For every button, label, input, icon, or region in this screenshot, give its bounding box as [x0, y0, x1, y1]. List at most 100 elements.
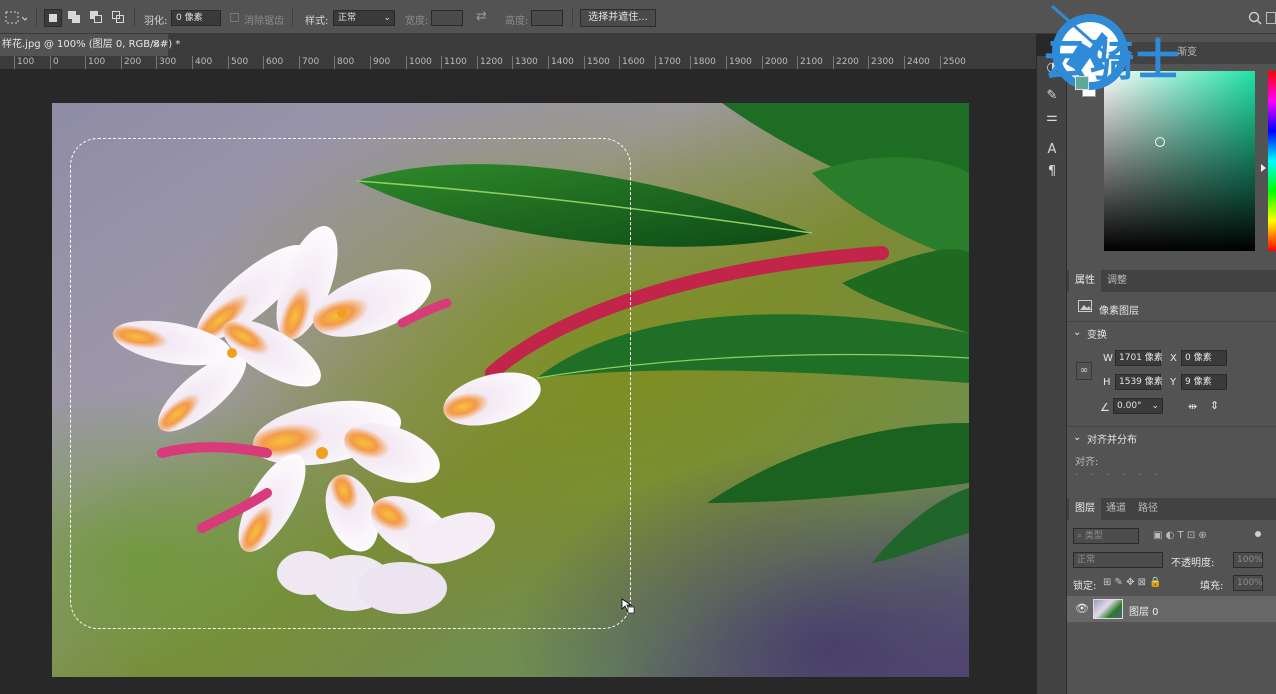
- tab-properties[interactable]: 属性: [1069, 270, 1101, 292]
- horizontal-ruler: 100 0 100 200 300 400 500 600 700 800 900 1000 1100 1…: [0, 56, 1036, 70]
- swap-icon[interactable]: ⇄: [476, 9, 487, 24]
- antialias-checkbox[interactable]: [230, 13, 239, 22]
- x-label: X: [1170, 353, 1177, 364]
- pixel-layer-icon: [1078, 300, 1092, 312]
- close-icon[interactable]: ×: [152, 34, 160, 56]
- ruler-tick: 1100: [441, 56, 467, 69]
- new-selection-button[interactable]: [44, 9, 62, 27]
- layer-thumbnail: [1093, 599, 1123, 619]
- layer-name: 图层 0: [1129, 607, 1159, 618]
- height-input[interactable]: [531, 10, 563, 26]
- y-label: Y: [1170, 377, 1177, 388]
- filter-toggle-icon[interactable]: [1255, 531, 1261, 537]
- hue-slider[interactable]: [1268, 71, 1276, 251]
- height-label: 高度:: [505, 16, 529, 27]
- feather-input[interactable]: 0 像素: [171, 10, 221, 26]
- angle-value: 0.00°: [1117, 401, 1142, 411]
- link-icon[interactable]: ∞: [1076, 362, 1092, 380]
- ruler-tick: 600: [263, 56, 283, 69]
- width-label: 宽度:: [405, 16, 429, 27]
- ruler-tick: 400: [192, 56, 212, 69]
- ruler-tick: 1500: [584, 56, 610, 69]
- tab-paths[interactable]: 路径: [1132, 498, 1164, 520]
- layers-tabs: 图层 通道 路径: [1067, 498, 1276, 520]
- layer-filter-icons[interactable]: ▣ ◐ T ⊡ ⊕: [1153, 530, 1207, 541]
- ruler-tick: 800: [334, 56, 354, 69]
- search-icon[interactable]: [1248, 11, 1262, 25]
- subtract-selection-button[interactable]: [88, 9, 106, 27]
- eye-icon[interactable]: 👁: [1075, 602, 1089, 615]
- search-icon: ⌕: [1077, 531, 1085, 541]
- tab-channels[interactable]: 通道: [1100, 498, 1132, 520]
- fill-field[interactable]: 100%: [1233, 575, 1263, 591]
- marquee-tool-icon[interactable]: [5, 11, 27, 25]
- color-picker-handle[interactable]: [1155, 137, 1165, 147]
- right-panel: 色板 渐变 属性 调整 像素图层 ⌄ 变换 ∞ W 1701 像素 X 0 像素…: [1066, 34, 1276, 694]
- lock-icons[interactable]: ⊞ ✎ ✥ ⊠ 🔒: [1103, 577, 1162, 588]
- align-section-title: 对齐并分布: [1087, 435, 1137, 446]
- ruler-tick: 500: [228, 56, 248, 69]
- ruler-tick: 2400: [904, 56, 930, 69]
- ruler-tick: 1200: [477, 56, 503, 69]
- transform-section-title: 变换: [1087, 330, 1107, 341]
- ruler-tick: 700: [299, 56, 319, 69]
- width-input[interactable]: [431, 10, 463, 26]
- antialias-label: 消除锯齿: [244, 16, 284, 27]
- ruler-tick: 300: [156, 56, 176, 69]
- layer-type-label: 像素图层: [1099, 306, 1139, 317]
- flip-vertical-icon[interactable]: ⇕: [1210, 399, 1219, 412]
- ruler-tick: 1300: [512, 56, 538, 69]
- hue-slider-arrow-icon: [1261, 164, 1266, 172]
- opacity-field[interactable]: 100%: [1233, 552, 1263, 568]
- ruler-tick: 0: [50, 56, 59, 69]
- style-select[interactable]: 正常 ⌄: [333, 10, 395, 26]
- ruler-tick: 100: [14, 56, 34, 69]
- foreground-color-swatch[interactable]: [1075, 76, 1089, 90]
- document-tab[interactable]: 样花.jpg @ 100% (图层 0, RGB/8#) * ×: [0, 34, 180, 56]
- lock-label: 锁定:: [1073, 581, 1097, 592]
- height-field[interactable]: 1539 像素: [1115, 374, 1163, 390]
- h-label: H: [1103, 377, 1111, 388]
- chevron-down-icon: ⌄: [383, 13, 391, 23]
- y-field[interactable]: 9 像素: [1181, 374, 1227, 390]
- opacity-label: 不透明度:: [1171, 558, 1215, 569]
- ruler-tick: 1700: [655, 56, 681, 69]
- tab-adjustments[interactable]: 调整: [1101, 270, 1133, 292]
- paragraph-panel-icon[interactable]: ¶: [1044, 164, 1060, 180]
- style-label: 样式:: [305, 16, 329, 27]
- intersect-selection-button[interactable]: [110, 9, 128, 27]
- x-field[interactable]: 0 像素: [1181, 350, 1227, 366]
- layer-filter-value: 类型: [1084, 531, 1103, 541]
- layer-filter-select[interactable]: ⌕ 类型: [1073, 528, 1139, 544]
- workspace-icon[interactable]: [1266, 12, 1276, 24]
- ruler-tick: 1800: [690, 56, 716, 69]
- ruler-tick: 2200: [833, 56, 859, 69]
- select-and-mask-button[interactable]: 选择并遮住...: [580, 9, 656, 27]
- fill-label: 填充:: [1200, 581, 1224, 592]
- layer-row[interactable]: 👁 图层 0: [1067, 596, 1276, 622]
- ruler-tick: 1400: [548, 56, 574, 69]
- angle-field[interactable]: 0.00° ⌄: [1113, 398, 1163, 414]
- ruler-tick: 900: [370, 56, 390, 69]
- feather-label: 羽化:: [144, 16, 168, 27]
- align-chevron-icon[interactable]: ⌄: [1073, 432, 1081, 443]
- ruler-tick: 100: [85, 56, 105, 69]
- width-field[interactable]: 1701 像素: [1115, 350, 1163, 366]
- watermark-text: 云骑士: [1044, 35, 1182, 86]
- angle-icon: ∠: [1100, 401, 1110, 414]
- add-selection-button[interactable]: [66, 9, 84, 27]
- marquee-selection[interactable]: [70, 138, 631, 629]
- align-buttons-disabled: · · · · · ·: [1075, 470, 1158, 481]
- tab-layers[interactable]: 图层: [1069, 498, 1101, 520]
- flip-horizontal-icon[interactable]: ⇹: [1188, 400, 1197, 413]
- ruler-tick: 200: [121, 56, 141, 69]
- transform-chevron-icon[interactable]: ⌄: [1073, 327, 1081, 338]
- character-panel-icon[interactable]: A: [1044, 142, 1060, 158]
- properties-tabs: 属性 调整: [1067, 270, 1276, 292]
- chevron-down-icon: ⌄: [1151, 401, 1159, 411]
- panel-icon-strip: ◑ ✎ ⚌ A ¶: [1036, 56, 1066, 694]
- ruler-tick: 2000: [762, 56, 788, 69]
- adjustments-icon[interactable]: ⚌: [1044, 110, 1060, 126]
- blend-mode-select[interactable]: 正常: [1073, 552, 1163, 568]
- color-picker-field[interactable]: [1104, 71, 1255, 251]
